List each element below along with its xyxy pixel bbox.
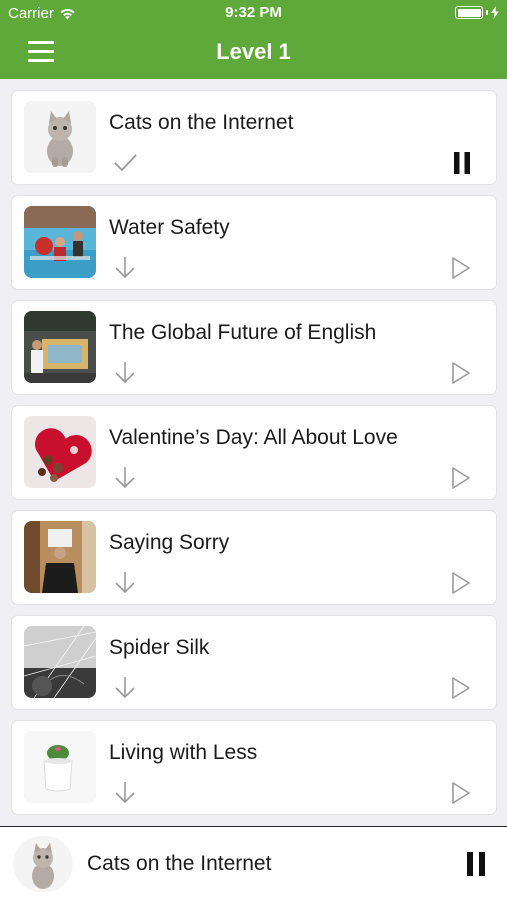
checkmark-icon <box>114 154 137 172</box>
lesson-title: Water Safety <box>109 216 230 239</box>
play-icon[interactable] <box>450 571 472 595</box>
lesson-title: Cats on the Internet <box>109 111 294 134</box>
lesson-thumbnail-classroom <box>24 311 96 383</box>
lesson-thumbnail-spider-web <box>24 626 96 698</box>
lesson-title: Spider Silk <box>109 636 210 659</box>
play-icon[interactable] <box>450 361 472 385</box>
lesson-card[interactable]: Valentine’s Day: All About Love <box>12 406 496 499</box>
charging-bolt-icon <box>491 6 499 19</box>
play-icon[interactable] <box>450 781 472 805</box>
now-playing-bar[interactable]: Cats on the Internet <box>0 826 507 901</box>
lesson-title: The Global Future of English <box>109 321 377 344</box>
battery-icon <box>455 6 499 19</box>
lesson-thumbnail-chocolates <box>24 416 96 488</box>
lesson-title: Living with Less <box>109 741 258 764</box>
pause-icon[interactable] <box>467 852 485 876</box>
lesson-thumbnail-protest-sign <box>24 521 96 593</box>
navigation-bar: Level 1 <box>0 26 507 79</box>
now-playing-thumbnail-kitten <box>13 836 73 892</box>
lesson-thumbnail-kitten <box>24 101 96 173</box>
play-icon[interactable] <box>450 256 472 280</box>
lesson-list: Cats on the Internet Water Safety The Gl… <box>12 91 496 826</box>
pause-icon[interactable] <box>454 152 470 174</box>
status-bar: Carrier 9:32 PM <box>0 0 507 26</box>
page-title: Level 1 <box>216 39 291 64</box>
lesson-card[interactable]: Spider Silk <box>12 616 496 709</box>
status-time: 9:32 PM <box>225 4 282 21</box>
download-arrow-icon[interactable] <box>112 779 138 805</box>
lesson-thumbnail-cactus <box>24 731 96 803</box>
lesson-card[interactable]: Water Safety <box>12 196 496 289</box>
download-arrow-icon[interactable] <box>112 464 138 490</box>
lesson-card[interactable]: Cats on the Internet <box>12 91 496 184</box>
lesson-title: Saying Sorry <box>109 531 230 554</box>
play-icon[interactable] <box>450 466 472 490</box>
lesson-card[interactable]: Living with Less <box>12 721 496 814</box>
lesson-card[interactable]: The Global Future of English <box>12 301 496 394</box>
lesson-card[interactable]: Saying Sorry <box>12 511 496 604</box>
download-arrow-icon[interactable] <box>112 359 138 385</box>
download-arrow-icon[interactable] <box>112 674 138 700</box>
download-arrow-icon[interactable] <box>112 569 138 595</box>
download-arrow-icon[interactable] <box>112 254 138 280</box>
lesson-thumbnail-pool <box>24 206 96 278</box>
lesson-title: Valentine’s Day: All About Love <box>109 426 398 449</box>
now-playing-title: Cats on the Internet <box>87 852 272 875</box>
play-icon[interactable] <box>450 676 472 700</box>
